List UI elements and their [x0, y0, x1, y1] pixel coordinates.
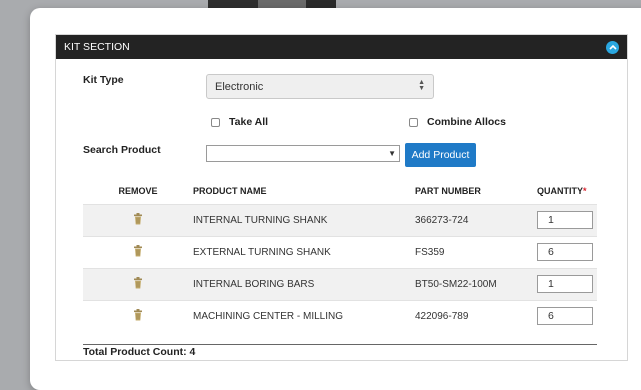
remove-cell [83, 203, 193, 236]
trash-icon[interactable] [133, 244, 143, 257]
take-all-checkbox[interactable]: Take All [211, 116, 268, 128]
search-product-label: Search Product [83, 144, 161, 156]
kit-type-select[interactable]: Electronic ▲ ▼ [206, 74, 434, 99]
total-divider [83, 344, 597, 345]
quantity-input[interactable]: 1 [537, 211, 593, 229]
combine-allocs-box[interactable] [409, 117, 418, 127]
remove-cell [83, 267, 193, 300]
product-name-cell: MACHINING CENTER - MILLING [193, 299, 415, 332]
quantity-cell: 6 [537, 299, 597, 332]
combine-allocs-label: Combine Allocs [427, 116, 506, 128]
collapse-button[interactable] [606, 40, 619, 54]
total-product-count: Total Product Count: 4 [83, 346, 196, 358]
table-header-row: REMOVE PRODUCT NAME PART NUMBER QUANTITY… [83, 178, 597, 204]
select-arrows-icon: ▲ ▼ [418, 79, 425, 92]
background-strip [208, 0, 258, 8]
kit-type-label: Kit Type [83, 74, 124, 86]
search-product-input[interactable]: ▼ [206, 145, 400, 162]
panel-title: KIT SECTION [64, 41, 130, 53]
combine-allocs-checkbox[interactable]: Combine Allocs [409, 116, 506, 128]
required-marker: * [583, 185, 587, 196]
header-quantity: QUANTITY* [537, 178, 597, 204]
table-row: INTERNAL BORING BARS BT50-SM22-100M 1 [83, 267, 597, 300]
quantity-input[interactable]: 1 [537, 275, 593, 293]
background-strip [306, 0, 336, 8]
header-part-number: PART NUMBER [415, 185, 481, 196]
background-strip [258, 0, 306, 8]
remove-cell [83, 235, 193, 268]
quantity-cell: 6 [537, 235, 597, 268]
take-all-label: Take All [229, 116, 269, 128]
kit-type-value: Electronic [215, 80, 264, 93]
table-row: MACHINING CENTER - MILLING 422096-789 6 [83, 299, 597, 332]
kit-section-panel: KIT SECTION Kit Type Electronic ▲ ▼ Take … [55, 34, 628, 361]
part-number-cell: FS359 [415, 235, 537, 268]
trash-icon[interactable] [133, 212, 143, 225]
part-number-cell: 422096-789 [415, 299, 537, 332]
header-product-name: PRODUCT NAME [193, 185, 267, 196]
part-number-cell: 366273-724 [415, 203, 537, 236]
add-product-button[interactable]: Add Product [405, 143, 476, 167]
product-name-cell: INTERNAL TURNING SHANK [193, 203, 415, 236]
products-table: REMOVE PRODUCT NAME PART NUMBER QUANTITY… [83, 178, 597, 332]
chevron-up-icon [608, 44, 617, 50]
table-row: EXTERNAL TURNING SHANK FS359 6 [83, 235, 597, 268]
dropdown-caret-icon: ▼ [388, 149, 396, 158]
quantity-input[interactable]: 6 [537, 307, 593, 326]
quantity-input[interactable]: 6 [537, 243, 593, 261]
product-name-cell: EXTERNAL TURNING SHANK [193, 235, 415, 268]
panel-header: KIT SECTION [56, 35, 627, 59]
take-all-box[interactable] [211, 117, 220, 127]
table-row: INTERNAL TURNING SHANK 366273-724 1 [83, 203, 597, 236]
remove-cell [83, 299, 193, 332]
quantity-cell: 1 [537, 267, 597, 300]
product-name-cell: INTERNAL BORING BARS [193, 267, 415, 300]
trash-icon[interactable] [133, 308, 143, 321]
quantity-cell: 1 [537, 203, 597, 236]
header-remove: REMOVE [118, 185, 158, 196]
trash-icon[interactable] [133, 276, 143, 289]
part-number-cell: BT50-SM22-100M [415, 267, 537, 300]
header-quantity-label: QUANTITY [537, 185, 583, 196]
